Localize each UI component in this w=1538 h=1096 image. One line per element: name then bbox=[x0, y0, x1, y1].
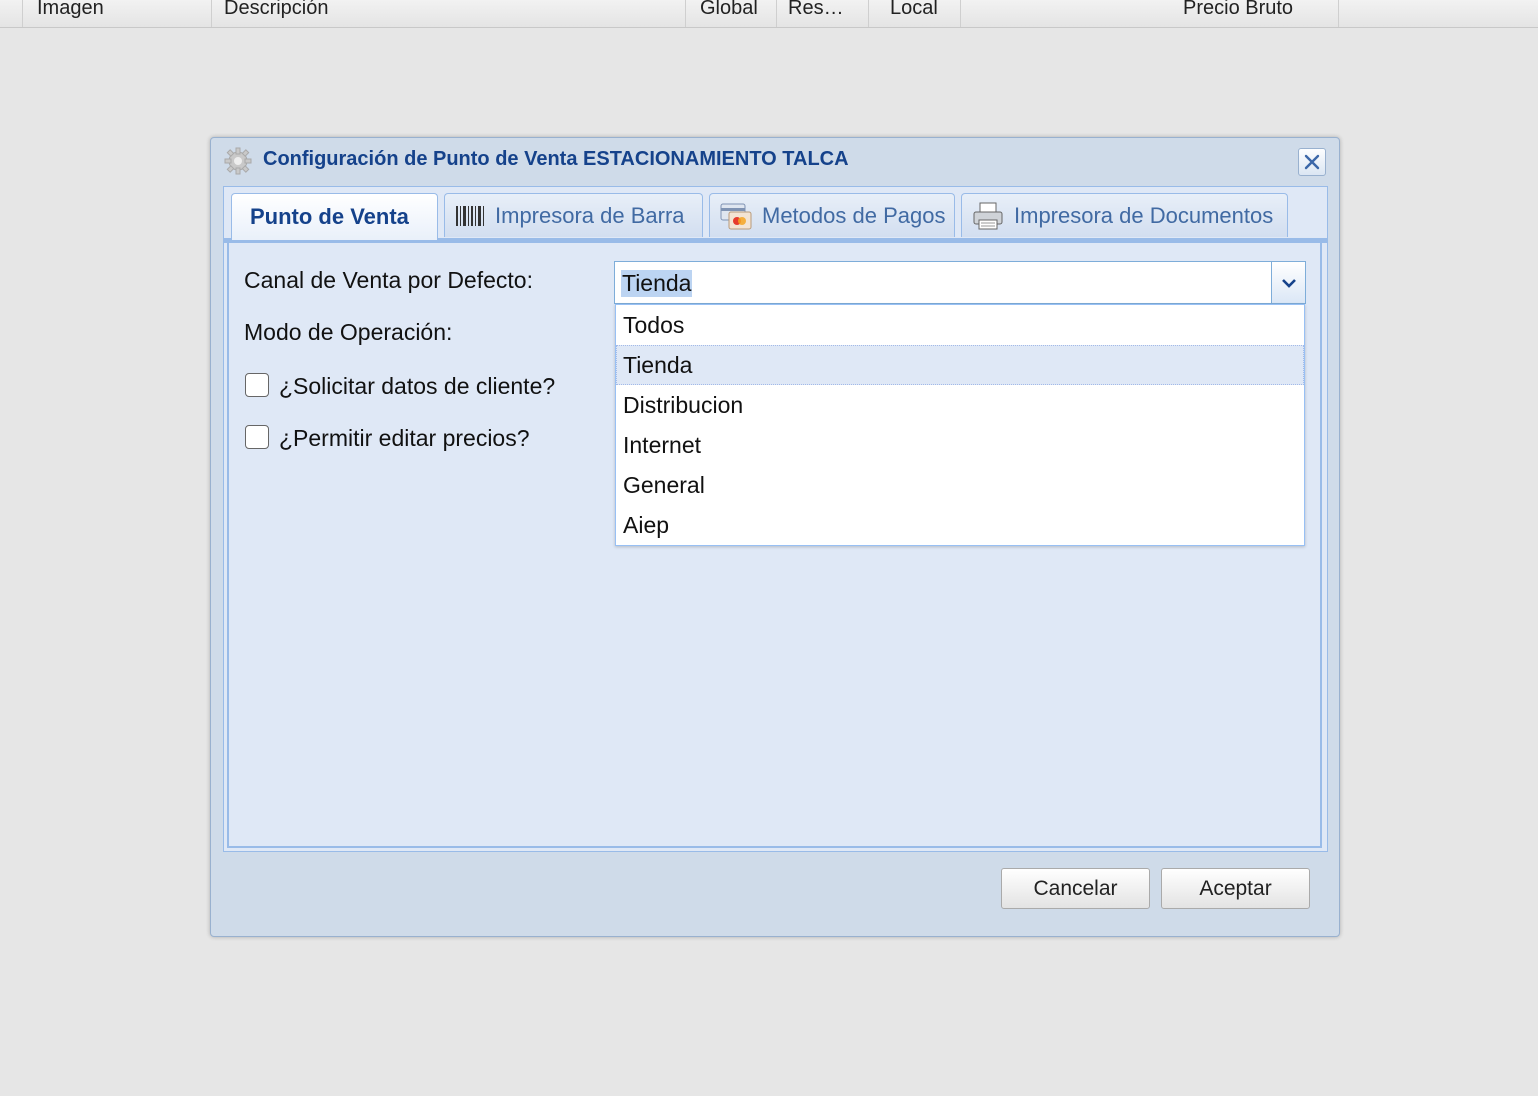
dropdown-option-tienda[interactable]: Tienda bbox=[616, 345, 1304, 385]
solicitar-datos-label: ¿Solicitar datos de cliente? bbox=[279, 373, 556, 399]
grid-col-precio-bruto[interactable]: Precio Bruto bbox=[961, 0, 1339, 27]
dropdown-option-todos[interactable]: Todos bbox=[616, 305, 1304, 345]
dropdown-option-distribucion[interactable]: Distribucion bbox=[616, 385, 1304, 425]
tab-strip: Punto de Venta Impresora de Barra Metodo… bbox=[224, 187, 1327, 243]
close-icon bbox=[1304, 154, 1320, 170]
grid-col-local[interactable]: Local bbox=[869, 0, 961, 27]
barcode-icon bbox=[455, 204, 485, 228]
grid-col-descripcion[interactable]: Descripción bbox=[212, 0, 686, 27]
printer-icon bbox=[972, 201, 1004, 231]
accept-button[interactable]: Aceptar bbox=[1161, 868, 1310, 909]
grid-header: Imagen Descripción Global Res… Local Pre… bbox=[0, 0, 1538, 28]
tab-impresora-de-documentos[interactable]: Impresora de Documentos bbox=[961, 193, 1288, 237]
payment-card-icon bbox=[720, 201, 752, 231]
combo-trigger[interactable] bbox=[1271, 262, 1305, 303]
permitir-editar-label: ¿Permitir editar precios? bbox=[279, 425, 530, 451]
permitir-editar-checkbox[interactable] bbox=[245, 425, 269, 449]
dropdown-option-aiep[interactable]: Aiep bbox=[616, 505, 1304, 545]
tab-label: Metodos de Pagos bbox=[762, 202, 946, 228]
canal-de-venta-combo[interactable]: Tienda bbox=[614, 261, 1306, 304]
tab-label: Punto de Venta bbox=[250, 204, 409, 229]
tab-metodos-de-pagos[interactable]: Metodos de Pagos bbox=[709, 193, 955, 237]
close-button[interactable] bbox=[1298, 148, 1326, 176]
chevron-down-icon bbox=[1281, 278, 1296, 288]
grid-col-global[interactable]: Global bbox=[686, 0, 777, 27]
canal-dropdown-list: Todos Tienda Distribucion Internet Gener… bbox=[615, 304, 1305, 546]
grid-col-imagen[interactable]: Imagen bbox=[22, 0, 212, 27]
tab-label: Impresora de Barra bbox=[495, 202, 685, 228]
grid-col-res[interactable]: Res… bbox=[777, 0, 869, 27]
tab-label: Impresora de Documentos bbox=[1014, 202, 1274, 228]
window-title: Configuración de Punto de Venta ESTACION… bbox=[263, 148, 849, 170]
dropdown-option-general[interactable]: General bbox=[616, 465, 1304, 505]
cancel-button[interactable]: Cancelar bbox=[1001, 868, 1150, 909]
tab-punto-de-venta[interactable]: Punto de Venta bbox=[231, 193, 438, 240]
combo-value[interactable]: Tienda bbox=[621, 270, 693, 297]
canal-de-venta-label: Canal de Venta por Defecto: bbox=[244, 267, 533, 293]
tab-impresora-de-barra[interactable]: Impresora de Barra bbox=[444, 193, 703, 237]
dropdown-option-internet[interactable]: Internet bbox=[616, 425, 1304, 465]
modo-de-operacion-label: Modo de Operación: bbox=[244, 319, 453, 345]
solicitar-datos-checkbox[interactable] bbox=[245, 373, 269, 397]
gear-icon bbox=[223, 146, 253, 176]
